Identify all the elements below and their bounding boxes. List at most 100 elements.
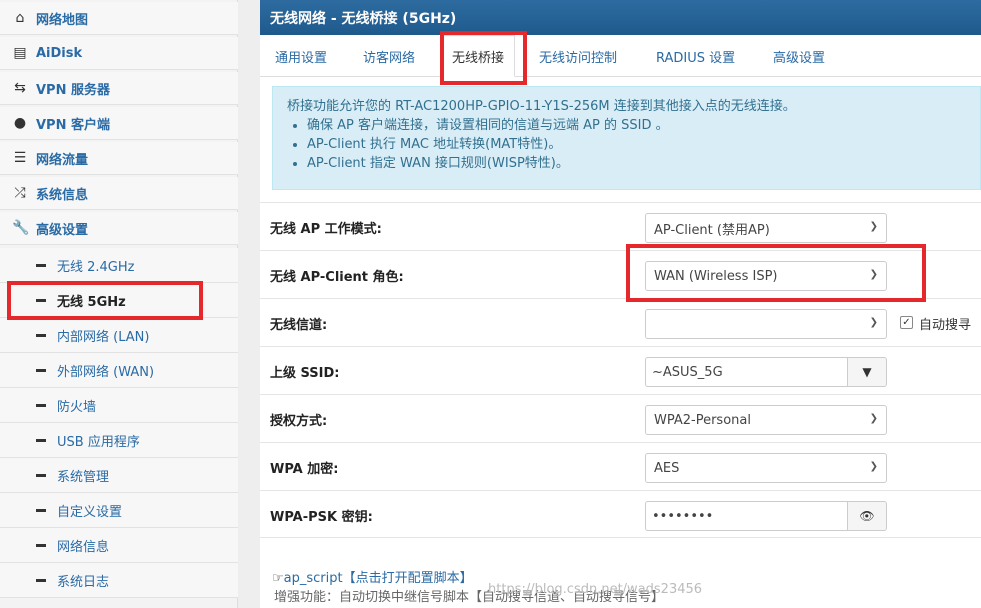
- sidebar-subitem-wireless-24[interactable]: 无线 2.4GHz: [0, 248, 238, 283]
- vpn-server-icon: ⇆: [14, 80, 26, 96]
- channel-select[interactable]: ❯: [645, 309, 887, 339]
- wpa-label: WPA 加密:: [270, 462, 339, 477]
- tab-advanced[interactable]: 高级设置: [773, 35, 825, 77]
- sidebar-item-system-info[interactable]: ⤮ 系统信息: [0, 177, 238, 210]
- traffic-icon: ☰: [13, 150, 27, 166]
- wpa-value: AES: [654, 460, 680, 476]
- client-role-select[interactable]: WAN (Wireless ISP) ❯: [645, 261, 887, 291]
- sidebar-subitem-label: 无线 2.4GHz: [57, 259, 135, 275]
- row-ssid: 上级 SSID: ~ASUS_5G ▼: [260, 346, 981, 394]
- main-panel: 无线网络 - 无线桥接 (5GHz) 通用设置 访客网络 无线桥接 无线访问控制…: [260, 0, 981, 608]
- auto-search-checkbox[interactable]: ✓: [900, 316, 913, 329]
- sidebar: ⌂ 网络地图 ▤ AiDisk ⇆ VPN 服务器 ● VPN 客户端 ☰ 网络…: [0, 0, 238, 608]
- psk-input[interactable]: ••••••••: [645, 501, 848, 531]
- chevron-down-icon: ▼: [862, 365, 872, 379]
- globe-icon: ●: [13, 115, 27, 131]
- dash-icon: [36, 263, 46, 267]
- info-bullet: AP-Client 执行 MAC 地址转换(MAT特性)。: [307, 135, 966, 154]
- auth-select[interactable]: WPA2-Personal ❯: [645, 405, 887, 435]
- sidebar-subitem-wireless-5[interactable]: 无线 5GHz: [0, 283, 238, 318]
- sidebar-subitem-label: 防火墙: [57, 399, 97, 415]
- tab-general[interactable]: 通用设置: [275, 35, 327, 77]
- ap-script-link[interactable]: ap_script: [284, 571, 343, 586]
- sidebar-item-label: AiDisk: [36, 45, 83, 61]
- sidebar-subitem-label: USB 应用程序: [57, 434, 140, 450]
- tab-radius[interactable]: RADIUS 设置: [656, 35, 735, 77]
- dash-icon: [36, 403, 46, 407]
- info-intro: 桥接功能允许您的 RT-AC1200HP-GPIO-11-Y1S-256M 连接…: [287, 99, 796, 114]
- dash-icon: [36, 543, 46, 547]
- ap-mode-label: 无线 AP 工作模式:: [270, 222, 382, 237]
- channel-label: 无线信道:: [270, 318, 328, 333]
- sidebar-item-label: 网络地图: [36, 12, 89, 28]
- tab-guest[interactable]: 访客网络: [363, 35, 415, 77]
- sidebar-item-label: VPN 客户端: [36, 117, 110, 133]
- hand-pointer-icon: ☞: [272, 571, 284, 586]
- sidebar-subitem-label: 自定义设置: [57, 504, 123, 520]
- row-psk: WPA-PSK 密钥: •••••••• 👁: [260, 490, 981, 538]
- dash-icon: [36, 578, 46, 582]
- eye-slash-icon: 👁: [859, 509, 875, 523]
- ssid-dropdown-button[interactable]: ▼: [847, 357, 887, 387]
- shuffle-icon: ⤮: [14, 185, 26, 201]
- auth-value: WPA2-Personal: [654, 412, 751, 428]
- sidebar-item-aidisk[interactable]: ▤ AiDisk: [0, 37, 238, 70]
- sidebar-item-label: 高级设置: [36, 222, 89, 238]
- sidebar-item-label: 系统信息: [36, 187, 89, 203]
- sidebar-item-label: VPN 服务器: [36, 82, 110, 98]
- wrench-icon: 🔧: [12, 220, 30, 236]
- chevron-down-icon: ❯: [869, 269, 878, 280]
- chevron-down-icon: ❯: [869, 461, 878, 472]
- sidebar-subitem-lan[interactable]: 内部网络 (LAN): [0, 318, 238, 353]
- info-bullet: 确保 AP 客户端连接，请设置相同的信道与远端 AP 的 SSID 。: [307, 116, 966, 135]
- auto-search-label: 自动搜寻: [919, 318, 972, 333]
- dash-icon: [36, 508, 46, 512]
- sidebar-subitem-label: 外部网络 (WAN): [57, 364, 155, 380]
- row-channel: 无线信道: ❯ ✓ 自动搜寻: [260, 298, 981, 346]
- chevron-down-icon: ❯: [869, 221, 878, 232]
- show-password-button[interactable]: 👁: [847, 501, 887, 531]
- ssid-input[interactable]: ~ASUS_5G: [645, 357, 848, 387]
- sidebar-subitem-wan[interactable]: 外部网络 (WAN): [0, 353, 238, 388]
- sidebar-item-vpn-client[interactable]: ● VPN 客户端: [0, 107, 238, 140]
- client-role-label: 无线 AP-Client 角色:: [270, 270, 404, 285]
- psk-value: ••••••••: [652, 508, 714, 524]
- watermark: https://blog.csdn.net/wads23456: [488, 582, 703, 597]
- auth-label: 授权方式:: [270, 414, 328, 429]
- dash-icon: [36, 438, 46, 442]
- sidebar-subitem-usb[interactable]: USB 应用程序: [0, 423, 238, 458]
- home-icon: ⌂: [15, 10, 25, 26]
- tab-bar: 通用设置 访客网络 无线桥接 无线访问控制 RADIUS 设置 高级设置: [260, 35, 981, 77]
- sidebar-item-traffic[interactable]: ☰ 网络流量: [0, 142, 238, 175]
- psk-label: WPA-PSK 密钥:: [270, 510, 373, 525]
- tab-bridge[interactable]: 无线桥接: [441, 35, 516, 77]
- ap-mode-select[interactable]: AP-Client (禁用AP) ❯: [645, 213, 887, 243]
- sidebar-subitem-custom[interactable]: 自定义设置: [0, 493, 238, 528]
- wpa-select[interactable]: AES ❯: [645, 453, 887, 483]
- dash-icon: [36, 473, 46, 477]
- info-box: 桥接功能允许您的 RT-AC1200HP-GPIO-11-Y1S-256M 连接…: [272, 86, 981, 190]
- sidebar-item-label: 网络流量: [36, 152, 89, 168]
- ap-script-hint[interactable]: 【点击打开配置脚本】: [343, 571, 473, 586]
- chevron-down-icon: ❯: [869, 317, 878, 328]
- sidebar-subitem-firewall[interactable]: 防火墙: [0, 388, 238, 423]
- sidebar-item-vpn-server[interactable]: ⇆ VPN 服务器: [0, 72, 238, 105]
- tab-access-control[interactable]: 无线访问控制: [539, 35, 617, 77]
- sidebar-item-advanced[interactable]: 🔧 高级设置: [0, 212, 238, 245]
- ssid-label: 上级 SSID:: [270, 366, 340, 381]
- info-bullet: AP-Client 指定 WAN 接口规则(WISP特性)。: [307, 154, 966, 173]
- sidebar-subitem-label: 内部网络 (LAN): [57, 329, 150, 345]
- dash-icon: [36, 333, 46, 337]
- sidebar-subitem-admin[interactable]: 系统管理: [0, 458, 238, 493]
- dash-icon: [36, 298, 46, 302]
- page-title: 无线网络 - 无线桥接 (5GHz): [260, 0, 981, 35]
- sidebar-subitem-syslog[interactable]: 系统日志: [0, 563, 238, 598]
- disk-icon: ▤: [13, 45, 27, 61]
- row-auth: 授权方式: WPA2-Personal ❯: [260, 394, 981, 442]
- sidebar-subitem-netinfo[interactable]: 网络信息: [0, 528, 238, 563]
- row-wpa: WPA 加密: AES ❯: [260, 442, 981, 490]
- ssid-value: ~ASUS_5G: [652, 364, 723, 380]
- sidebar-subitem-label: 系统日志: [57, 574, 110, 590]
- sidebar-subitem-label: 系统管理: [57, 469, 110, 485]
- sidebar-item-network-map[interactable]: ⌂ 网络地图: [0, 2, 238, 35]
